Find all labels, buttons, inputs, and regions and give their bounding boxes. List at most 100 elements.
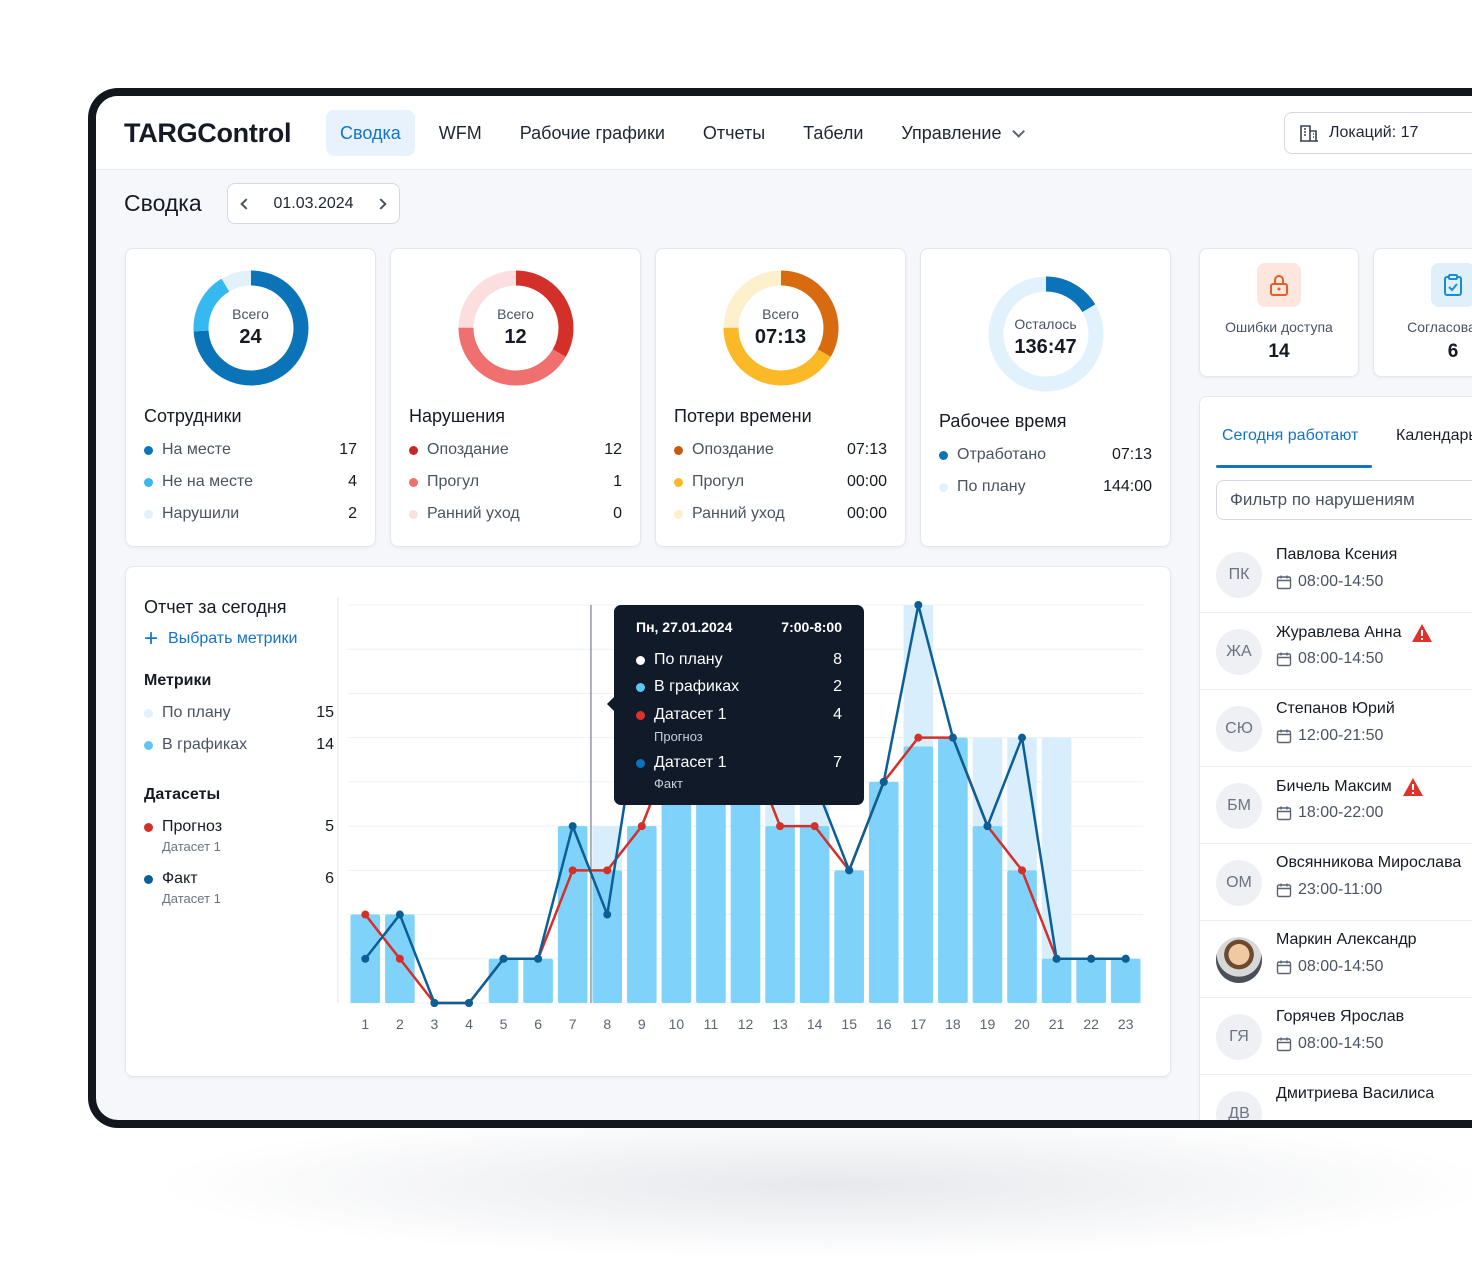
violations-filter-input[interactable]: Фильтр по нарушениям	[1216, 480, 1472, 520]
nav-reports[interactable]: Отчеты	[689, 110, 779, 156]
forecast-point[interactable]	[603, 866, 612, 875]
tab-today-working[interactable]: Сегодня работают	[1222, 427, 1358, 445]
x-tick-label: 16	[876, 1016, 892, 1032]
bar-scheduled[interactable]	[1076, 958, 1106, 1003]
shift-time: 08:00-14:50	[1276, 958, 1383, 976]
employee-row[interactable]: ГЯ Горячев Ярослав 08:00-14:50	[1200, 998, 1472, 1075]
approvals-card[interactable]: Согласования 6	[1373, 248, 1472, 377]
tooltip-sub: Прогноз	[654, 729, 703, 744]
bar-scheduled[interactable]	[765, 826, 795, 1003]
bar-scheduled[interactable]	[523, 958, 553, 1003]
shift-time-text: 18:00-22:00	[1298, 804, 1384, 821]
donut-chart: Всего 07:13	[656, 269, 905, 387]
nav-wfm[interactable]: WFM	[425, 110, 496, 156]
employee-row[interactable]: Маркин Александр 08:00-14:50	[1200, 921, 1472, 998]
fact-point[interactable]	[534, 954, 543, 963]
fact-point[interactable]	[361, 954, 370, 963]
stat-value: 2	[348, 505, 357, 522]
stat-label: Прогул	[692, 473, 745, 490]
employee-row[interactable]: СЮ Степанов Юрий 12:00-21:50	[1200, 690, 1472, 767]
forecast-point[interactable]	[568, 866, 577, 875]
warning-icon	[1402, 778, 1423, 796]
legend-dot	[939, 482, 948, 492]
shift-time-text: 08:00-14:50	[1298, 650, 1384, 667]
dataset-row-fact[interactable]: Факт 6 Датасет 1	[144, 870, 334, 906]
bar-scheduled[interactable]	[488, 958, 519, 1003]
bar-scheduled[interactable]	[903, 746, 934, 1003]
metric-label: В графиках	[162, 736, 248, 753]
access-errors-card[interactable]: Ошибки доступа 14	[1199, 248, 1359, 377]
bar-scheduled[interactable]	[799, 826, 830, 1003]
forecast-point[interactable]	[810, 822, 819, 831]
shift-time: 08:00-14:50	[1276, 573, 1383, 591]
access-errors-value: 14	[1268, 341, 1290, 362]
fact-point[interactable]	[948, 733, 957, 742]
fact-point[interactable]	[395, 910, 404, 919]
work-time-card[interactable]: Осталось 136:47 Рабочее время Отработано 07:…	[920, 248, 1171, 547]
select-metrics-button[interactable]: + Выбрать метрики	[144, 627, 297, 651]
fact-point[interactable]	[1121, 954, 1130, 963]
fact-point[interactable]	[1087, 954, 1096, 963]
legend-dot	[939, 450, 948, 460]
bar-scheduled[interactable]	[834, 870, 864, 1003]
fact-point[interactable]	[845, 866, 854, 875]
dataset-row-forecast[interactable]: Прогноз 5 Датасет 1	[144, 818, 334, 854]
donut-caption: Осталось	[1014, 316, 1077, 332]
fact-point[interactable]	[464, 999, 473, 1007]
access-errors-label: Ошибки доступа	[1225, 319, 1333, 335]
fact-point[interactable]	[499, 954, 508, 963]
bar-scheduled[interactable]	[972, 826, 1003, 1003]
forecast-point[interactable]	[914, 733, 923, 742]
bar-scheduled[interactable]	[627, 826, 657, 1003]
bar-scheduled[interactable]	[868, 781, 899, 1003]
x-tick-label: 21	[1049, 1016, 1065, 1032]
employee-row[interactable]: ЖА Журавлева Анна 08:00-14:50	[1200, 613, 1472, 690]
nav-management[interactable]: Управление	[887, 110, 1034, 156]
forecast-point[interactable]	[361, 910, 370, 919]
fact-point[interactable]	[879, 777, 888, 786]
violations-card[interactable]: Всего 12 Нарушения Опоздание 12 Прогул 1 Ранний…	[390, 248, 641, 547]
nav-schedules[interactable]: Рабочие графики	[506, 110, 679, 156]
x-tick-label: 8	[603, 1016, 611, 1032]
fact-point[interactable]	[1052, 954, 1061, 963]
bar-scheduled[interactable]	[1110, 958, 1141, 1003]
nav-summary[interactable]: Сводка	[326, 110, 415, 156]
fact-point[interactable]	[983, 822, 992, 831]
shift-time: 23:00-11:00	[1276, 881, 1382, 899]
fact-point[interactable]	[1018, 733, 1027, 742]
chevron-left-icon[interactable]	[240, 197, 252, 210]
stat-label: Ранний уход	[692, 505, 785, 522]
time-loss-card[interactable]: Всего 07:13 Потери времени Опоздание 07:13 Пр…	[655, 248, 906, 547]
metric-row-scheduled[interactable]: В графиках 14	[144, 736, 334, 754]
card-title: Сотрудники	[144, 406, 242, 426]
bar-scheduled[interactable]	[938, 737, 968, 1003]
forecast-point[interactable]	[637, 822, 646, 831]
forecast-point[interactable]	[1018, 866, 1027, 875]
fact-point[interactable]	[430, 999, 439, 1007]
location-selector[interactable]: Локаций: 17	[1284, 112, 1472, 154]
date-value[interactable]: 01.03.2024	[273, 195, 353, 213]
card-title: Потери времени	[674, 406, 812, 426]
employee-row[interactable]: ОМ Овсянникова Мирослава 23:00-11:00	[1200, 844, 1472, 921]
stat-label: Прогул	[427, 473, 480, 490]
fact-point[interactable]	[568, 822, 577, 831]
employee-row[interactable]: ПК Павлова Ксения 08:00-14:50	[1200, 536, 1472, 613]
employees-card[interactable]: Всего 24 Сотрудники На месте 17 Не на месте 4 Н…	[125, 248, 376, 547]
forecast-point[interactable]	[395, 954, 404, 963]
fact-point[interactable]	[603, 910, 612, 919]
employee-row[interactable]: БМ Бичель Максим 18:00-22:00	[1200, 767, 1472, 844]
clipboard-check-icon	[1444, 274, 1462, 296]
metric-row-plan[interactable]: По плану 15	[144, 704, 334, 722]
calendar-icon	[1276, 652, 1292, 667]
fact-point[interactable]	[914, 601, 923, 609]
bar-scheduled[interactable]	[1007, 870, 1037, 1003]
nav-timesheets[interactable]: Табели	[789, 110, 877, 156]
legend-dot	[144, 740, 153, 750]
employee-name: Дмитриева Василиса	[1276, 1085, 1434, 1103]
tab-calendar[interactable]: Календарь	[1396, 427, 1472, 445]
chevron-right-icon[interactable]	[375, 197, 387, 210]
bar-scheduled[interactable]	[1041, 958, 1072, 1003]
employee-row[interactable]: ДВ Дмитриева Василиса	[1200, 1075, 1472, 1120]
shift-time-text: 08:00-14:50	[1298, 958, 1384, 975]
forecast-point[interactable]	[776, 822, 785, 831]
